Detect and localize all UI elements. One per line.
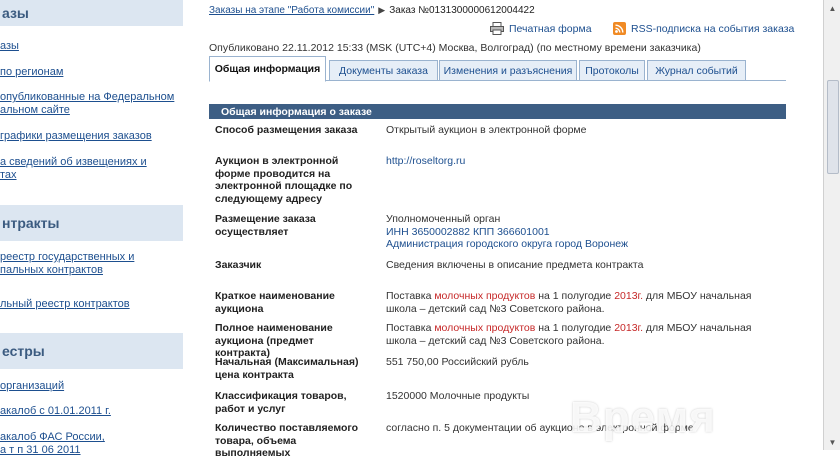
print-form-label: Печатная форма — [509, 22, 592, 35]
sidebar-link-contract-registry-3[interactable]: льный реестр контрактов — [0, 298, 130, 311]
highlight-text: 2013г. — [614, 322, 644, 334]
field-label: Начальная (Максимальная) цена контракта — [215, 356, 359, 381]
rss-label: RSS-подписка на события заказа — [631, 22, 795, 35]
tab-documents[interactable]: Документы заказа — [329, 60, 438, 81]
logo-watermark: Время — [570, 393, 822, 450]
scroll-up-icon[interactable]: ▲ — [824, 0, 840, 16]
tab-label: Общая информация — [214, 63, 321, 75]
field-label: Заказчик — [215, 259, 262, 271]
tab-protocols[interactable]: Протоколы — [579, 60, 645, 81]
breadcrumb-link[interactable]: Заказы на этапе "Работа комиссии" — [209, 5, 374, 16]
highlight-text: молочных продуктов — [434, 322, 536, 334]
field-value: Открытый аукцион в электронной форме — [386, 124, 587, 136]
inn-kpp-link[interactable]: ИНН 3650002882 КПП 366601001 — [386, 226, 781, 239]
printer-icon — [490, 22, 504, 35]
sidebar-link-orders[interactable]: азы — [0, 40, 19, 53]
field-label: Полное наименование аукциона (предмет ко… — [215, 322, 333, 359]
section-header: Общая информация о заказе — [209, 104, 786, 119]
vertical-scrollbar[interactable]: ▲ ▼ — [823, 0, 840, 450]
sidebar-link-contract-registry-2[interactable]: пальных контрактов — [0, 264, 103, 277]
sidebar-section-contracts: нтракты — [0, 205, 183, 241]
print-form-link[interactable]: Печатная форма — [490, 22, 592, 35]
value-text: Поставка — [386, 322, 435, 334]
sidebar-link-fas-complaints-2[interactable]: а т п 31 06 2011 — [0, 444, 81, 457]
sidebar-link-fas-complaints[interactable]: акалоб ФАС России, — [0, 431, 105, 444]
tab-changes[interactable]: Изменения и разъяснения — [439, 60, 577, 81]
rss-link[interactable]: RSS-подписка на события заказа — [613, 22, 794, 35]
watermark-text: Время — [570, 393, 716, 442]
sidebar-section-title: азы — [2, 5, 29, 21]
rss-icon — [613, 22, 626, 35]
sidebar-section-title: естры — [2, 343, 45, 359]
checkmark-icon — [775, 397, 819, 441]
sidebar-section-title: нтракты — [2, 215, 60, 231]
tab-label: Изменения и разъяснения — [443, 64, 573, 77]
main-content: Заказы на этапе "Работа комиссии" ▶ Заказ … — [209, 0, 794, 459]
sidebar-link-schedules[interactable]: графики размещения заказов — [0, 130, 152, 143]
highlight-text: 2013г. — [614, 290, 644, 302]
field-label: Аукцион в электронной форме проводится н… — [215, 155, 353, 205]
sidebar-section-orders: азы — [0, 0, 183, 26]
breadcrumb-separator-icon: ▶ — [378, 5, 386, 15]
platform-link[interactable]: http://roseltorg.ru — [386, 155, 465, 167]
field-label: Классификация товаров, работ и услуг — [215, 390, 347, 415]
breadcrumb: Заказы на этапе "Работа комиссии" ▶ Заказ … — [209, 5, 535, 16]
sidebar-link-notices-2[interactable]: тах — [0, 169, 17, 182]
tab-label: Журнал событий — [655, 64, 738, 77]
field-value: Поставка молочных продуктов на 1 полугод… — [386, 322, 781, 347]
field-label: Краткое наименование аукциона — [215, 290, 335, 315]
sidebar-link-federal-site[interactable]: опубликованные на Федеральном — [0, 91, 174, 104]
scrollbar-thumb[interactable] — [827, 80, 839, 174]
sidebar-link-organizations[interactable]: организаций — [0, 380, 64, 393]
field-value: Сведения включены в описание предмета ко… — [386, 259, 644, 271]
tab-bar: Общая информация Документы заказа Измене… — [209, 56, 786, 82]
sidebar: азы азы по регионам опубликованные на Фе… — [0, 0, 183, 456]
organization-link[interactable]: Администрация городского округа город Во… — [386, 238, 781, 251]
field-value: Поставка молочных продуктов на 1 полугод… — [386, 290, 781, 315]
value-text: Поставка — [386, 290, 435, 302]
sidebar-link-complaints-2011[interactable]: акалоб с 01.01.2011 г. — [0, 405, 111, 418]
field-label: Способ размещения заказа — [215, 124, 358, 136]
sidebar-link-by-region[interactable]: по регионам — [0, 66, 63, 79]
sidebar-link-notices[interactable]: а сведений об извещениях и — [0, 156, 147, 169]
scroll-down-icon[interactable]: ▼ — [824, 434, 840, 450]
tab-general-info[interactable]: Общая информация — [209, 56, 326, 82]
tab-event-log[interactable]: Журнал событий — [647, 60, 746, 81]
field-value-line: Уполномоченный орган — [386, 213, 501, 225]
field-label: Размещение заказа осуществляет — [215, 213, 316, 238]
highlight-text: молочных продуктов — [434, 290, 536, 302]
field-value: 551 750,00 Российский рубль — [386, 356, 529, 368]
value-text: на 1 полугодие — [535, 290, 615, 302]
sidebar-link-federal-site-2[interactable]: альном сайте — [0, 104, 70, 117]
sidebar-link-contract-registry[interactable]: реестр государственных и — [0, 251, 134, 264]
value-text: на 1 полугодие — [535, 322, 615, 334]
breadcrumb-current: Заказ №0131300000612004422 — [389, 5, 535, 16]
published-info: Опубликовано 22.11.2012 15:33 (MSK (UTC+… — [209, 42, 701, 54]
sidebar-section-registries: естры — [0, 333, 183, 369]
tab-label: Документы заказа — [339, 64, 428, 77]
field-label: Количество поставляемого товара, объема … — [215, 422, 359, 459]
tab-label: Протоколы — [585, 64, 639, 77]
